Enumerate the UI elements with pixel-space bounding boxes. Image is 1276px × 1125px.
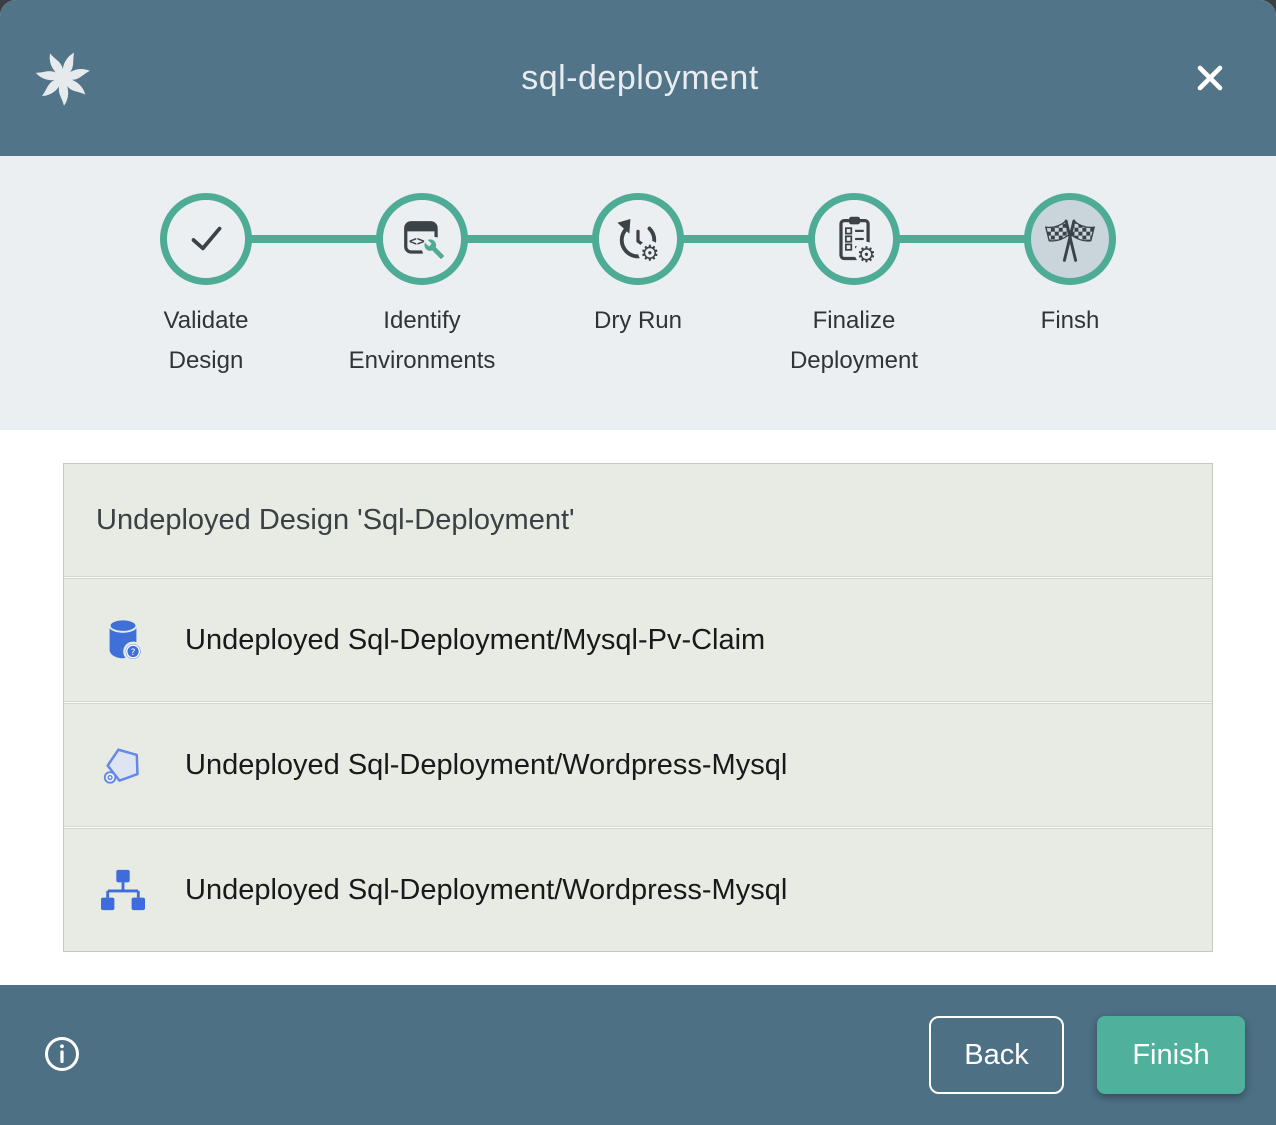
info-icon (42, 1034, 82, 1074)
step-circle: ⚙ (808, 193, 900, 285)
finish-button[interactable]: Finish (1097, 1016, 1245, 1094)
list-item-text: Undeployed Sql-Deployment/Wordpress-Mysq… (185, 749, 787, 782)
info-button[interactable] (40, 1033, 84, 1077)
step-finish: Finsh (962, 193, 1178, 381)
list-item-wordpress-mysql-deployment: Undeployed Sql-Deployment/Wordpress-Mysq… (64, 829, 1212, 951)
pentagon-badge-icon (100, 740, 148, 790)
step-finalize-deployment: ⚙ Finalize Deployment (746, 193, 962, 381)
hierarchy-icon (100, 868, 148, 912)
wizard-stepper-section: Validate Design <> Identify Environments (0, 156, 1276, 430)
meshery-logo-icon (32, 47, 94, 109)
deployment-results-list: Undeployed Design 'Sql-Deployment' ? Und… (63, 463, 1213, 952)
step-circle: ⚙ (592, 193, 684, 285)
footer-actions: Back Finish (929, 1016, 1245, 1094)
content-area: Undeployed Design 'Sql-Deployment' ? Und… (0, 430, 1276, 985)
clipboard-gear-icon: ⚙ (828, 213, 880, 265)
step-validate-design: Validate Design (98, 193, 314, 381)
step-label: Finsh (1041, 301, 1100, 341)
step-label: Dry Run (594, 301, 682, 341)
svg-text:⚙: ⚙ (857, 243, 876, 265)
dialog-footer: Back Finish (0, 985, 1276, 1125)
step-dry-run: ⚙ Dry Run (530, 193, 746, 381)
check-icon (181, 214, 231, 264)
step-label: Finalize Deployment (790, 301, 918, 381)
list-item-wordpress-mysql-service: Undeployed Sql-Deployment/Wordpress-Mysq… (64, 704, 1212, 826)
list-item-text: Undeployed Sql-Deployment/Wordpress-Mysq… (185, 874, 787, 907)
step-circle: <> (376, 193, 468, 285)
svg-text:?: ? (131, 648, 136, 658)
step-label: Validate Design (164, 301, 249, 381)
step-circle (160, 193, 252, 285)
dialog-header: sql-deployment (0, 0, 1276, 156)
dialog-title: sql-deployment (94, 59, 1186, 98)
step-label: Identify Environments (349, 301, 496, 381)
back-button[interactable]: Back (929, 1016, 1064, 1094)
stepper: Validate Design <> Identify Environments (98, 193, 1178, 381)
svg-text:⚙: ⚙ (640, 242, 659, 265)
database-question-icon: ? (100, 615, 148, 665)
checkered-flags-icon (1043, 212, 1097, 266)
history-gear-icon: ⚙ (612, 213, 664, 265)
close-button[interactable] (1186, 54, 1234, 102)
list-item-text: Undeployed Sql-Deployment/Mysql-Pv-Claim (185, 624, 765, 657)
summary-text: Undeployed Design 'Sql-Deployment' (96, 504, 575, 537)
close-x-icon (1190, 58, 1230, 98)
list-summary-row: Undeployed Design 'Sql-Deployment' (64, 464, 1212, 576)
deployment-wizard-dialog: sql-deployment Validate Design (0, 0, 1276, 1125)
list-item-mysql-pv-claim: ? Undeployed Sql-Deployment/Mysql-Pv-Cla… (64, 579, 1212, 701)
step-circle-active (1024, 193, 1116, 285)
step-identify-environments: <> Identify Environments (314, 193, 530, 381)
code-wrench-icon: <> (396, 213, 448, 265)
